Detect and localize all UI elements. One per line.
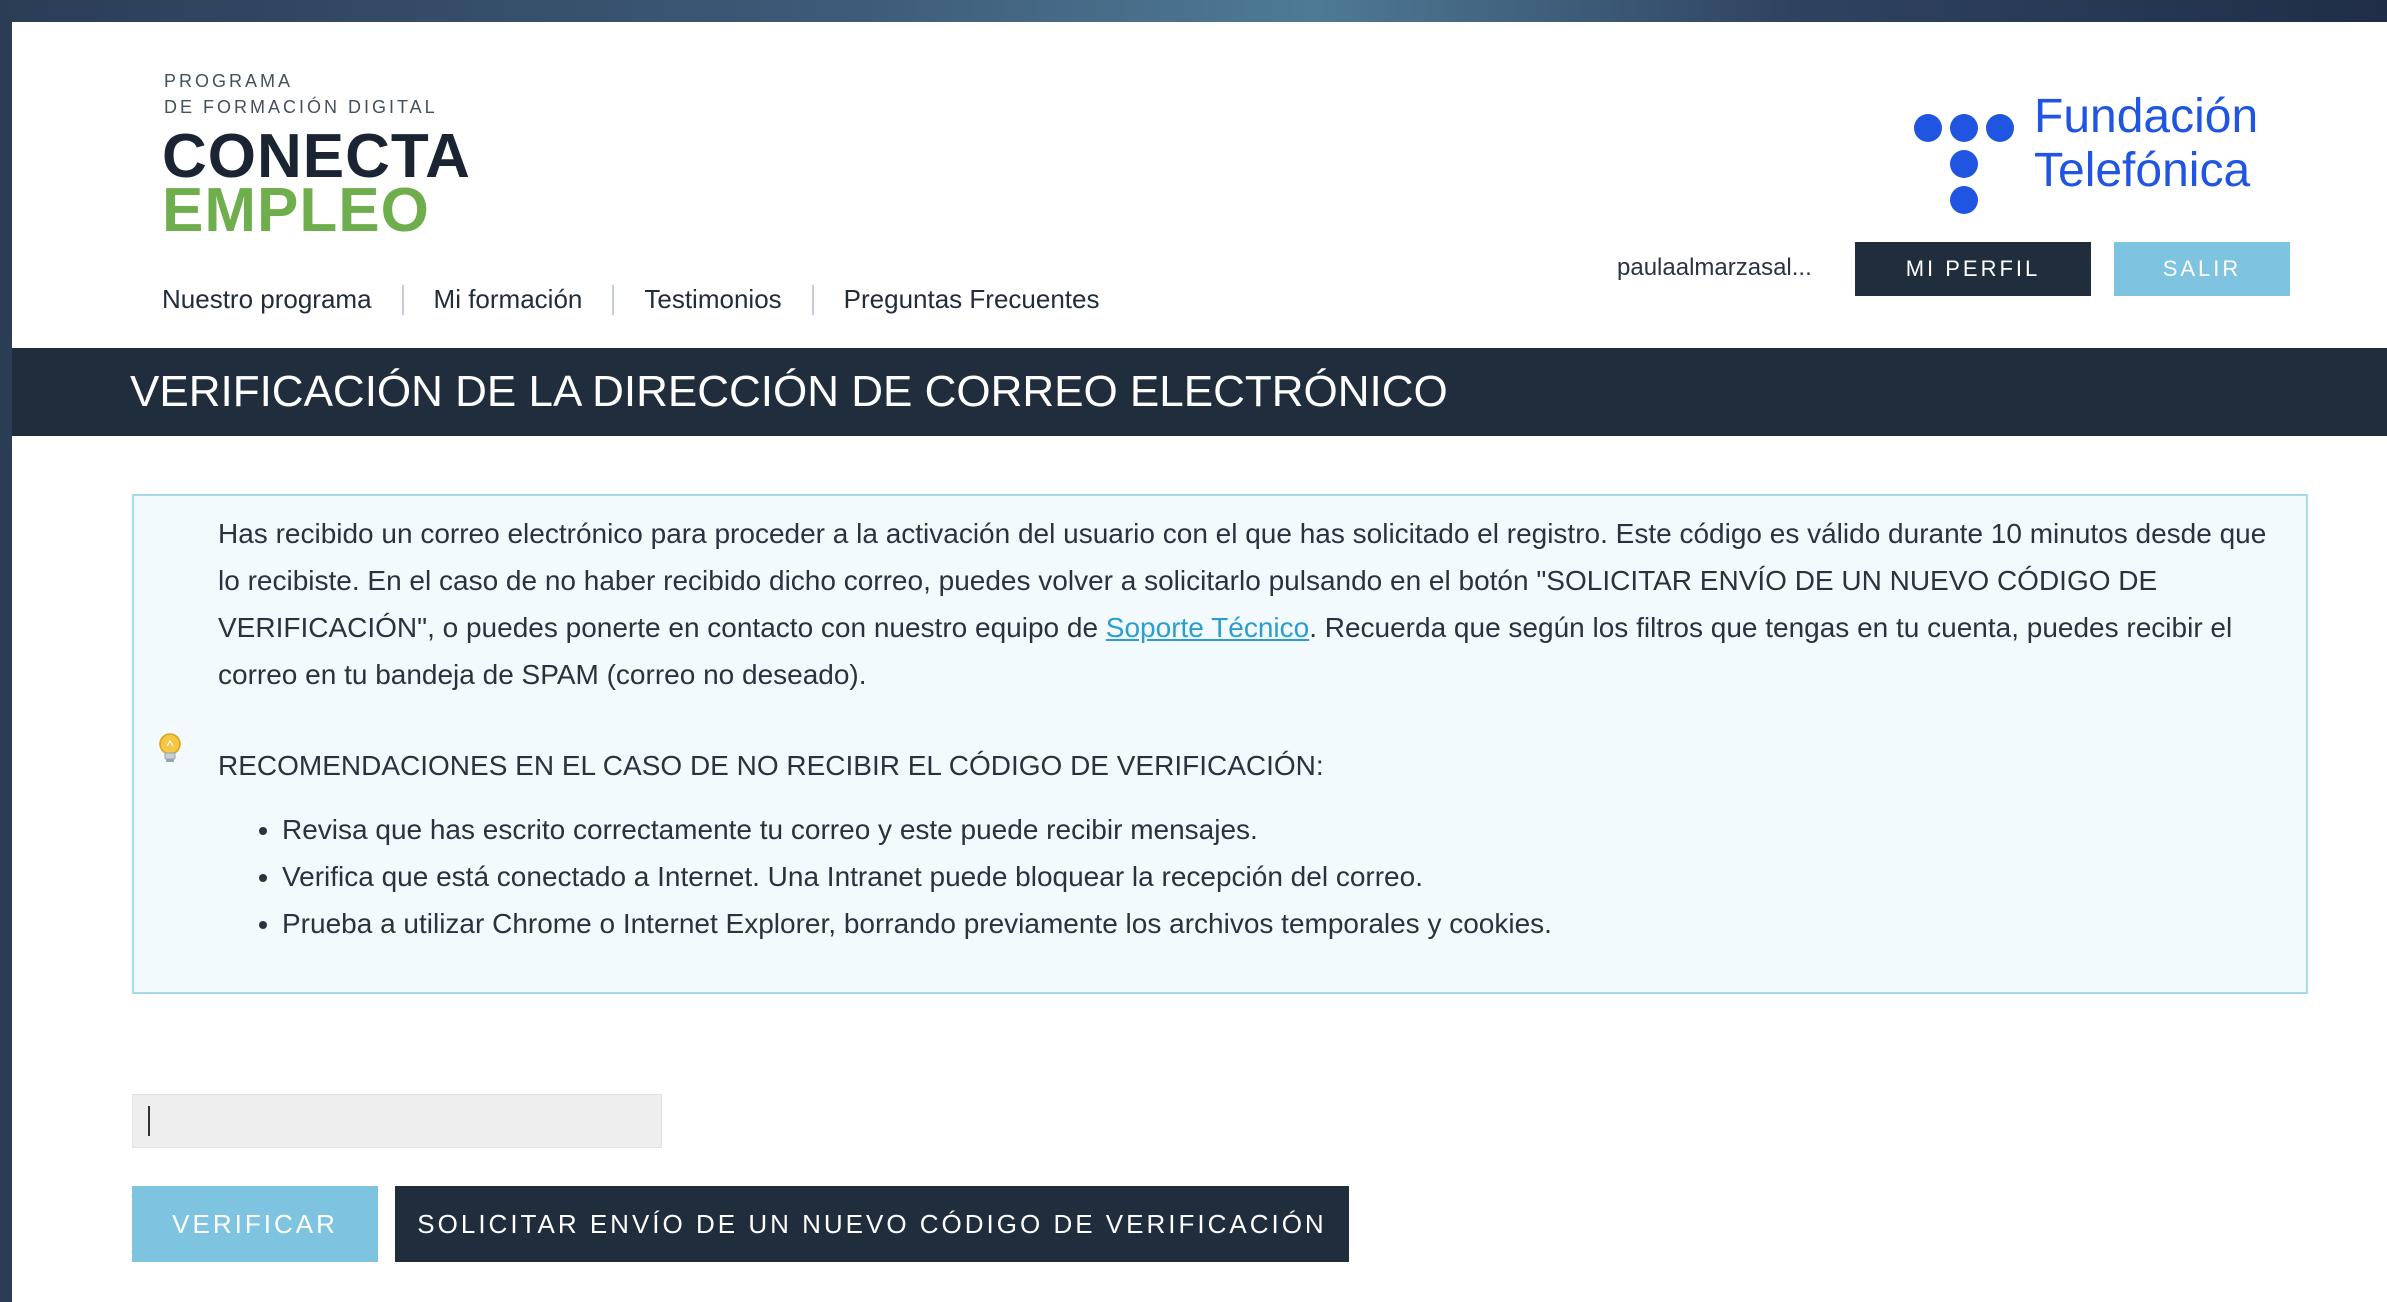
list-item: Prueba a utilizar Chrome o Internet Expl… <box>282 900 1552 947</box>
nav-item-preguntas-frecuentes[interactable]: Preguntas Frecuentes <box>844 284 1100 315</box>
recommendations-list: Revisa que has escrito correctamente tu … <box>218 806 1552 947</box>
nav-item-mi-formacion[interactable]: Mi formación <box>434 284 583 315</box>
user-name: paulaalmarzasal... <box>1617 254 1812 281</box>
nav-item-nuestro-programa[interactable]: Nuestro programa <box>162 284 372 315</box>
nav-item-testimonios[interactable]: Testimonios <box>644 284 781 315</box>
nav-separator <box>612 284 615 315</box>
text-caret <box>148 1106 150 1136</box>
soporte-tecnico-link[interactable]: Soporte Técnico <box>1106 612 1309 643</box>
brand-kicker: PROGRAMA DE FORMACIÓN DIGITAL <box>164 68 438 120</box>
main-nav: Nuestro programa Mi formación Testimonio… <box>162 284 1099 315</box>
lightbulb-icon <box>159 733 181 762</box>
brand-kicker-line2: DE FORMACIÓN DIGITAL <box>164 97 438 117</box>
nav-separator <box>401 284 404 315</box>
sponsor-name[interactable]: Fundación Telefónica <box>2034 90 2258 198</box>
verification-code-input[interactable] <box>132 1094 662 1148</box>
site-header: PROGRAMA DE FORMACIÓN DIGITAL CONECTA EM… <box>12 22 2387 348</box>
sponsor-name-line2: Telefónica <box>2034 144 2251 197</box>
info-text: Has recibido un correo electrónico para … <box>218 510 2278 698</box>
list-item: Verifica que está conectado a Internet. … <box>282 853 1552 900</box>
brand-kicker-line1: PROGRAMA <box>164 71 294 91</box>
resend-code-button[interactable]: SOLICITAR ENVÍO DE UN NUEVO CÓDIGO DE VE… <box>395 1186 1349 1262</box>
recommendations-title: RECOMENDACIONES EN EL CASO DE NO RECIBIR… <box>218 750 1324 781</box>
list-item: Revisa que has escrito correctamente tu … <box>282 806 1552 853</box>
logout-button[interactable]: SALIR <box>2114 242 2290 296</box>
nav-separator <box>811 284 814 315</box>
verify-button[interactable]: VERIFICAR <box>132 1186 378 1262</box>
sponsor-name-line1: Fundación <box>2034 90 2259 143</box>
brand-name-empleo[interactable]: EMPLEO <box>162 180 430 242</box>
page-title: VERIFICACIÓN DE LA DIRECCIÓN DE CORREO E… <box>130 367 1448 416</box>
browser-page: PROGRAMA DE FORMACIÓN DIGITAL CONECTA EM… <box>12 22 2387 1302</box>
info-box: Has recibido un correo electrónico para … <box>132 494 2308 994</box>
my-profile-button[interactable]: MI PERFIL <box>1855 242 2091 296</box>
page-title-bar: VERIFICACIÓN DE LA DIRECCIÓN DE CORREO E… <box>12 348 2387 436</box>
